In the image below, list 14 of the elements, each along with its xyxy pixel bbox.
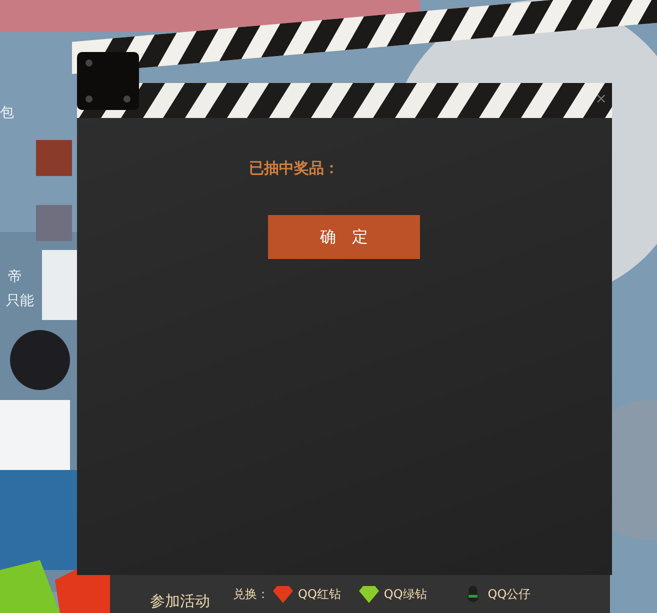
join-activity-text: 参加活动 (150, 592, 210, 610)
gem-icon (273, 585, 293, 603)
background-text: 帝 (8, 268, 22, 286)
exchange-label: 兑换： (233, 586, 269, 602)
exchange-item-link[interactable]: QQ绿钻 (384, 586, 427, 602)
exchange-item-link[interactable]: QQ公仔 (488, 586, 531, 602)
background-text: 包 (0, 104, 14, 122)
confirm-button[interactable]: 确 定 (268, 215, 420, 259)
prize-label: 已抽中奖品： (249, 158, 339, 178)
exchange-item-link[interactable]: QQ红钻 (298, 586, 341, 602)
hinge-icon (77, 52, 139, 110)
background-text: 只能 (6, 292, 34, 310)
close-button[interactable]: × (595, 91, 607, 107)
gem-icon (358, 585, 379, 603)
